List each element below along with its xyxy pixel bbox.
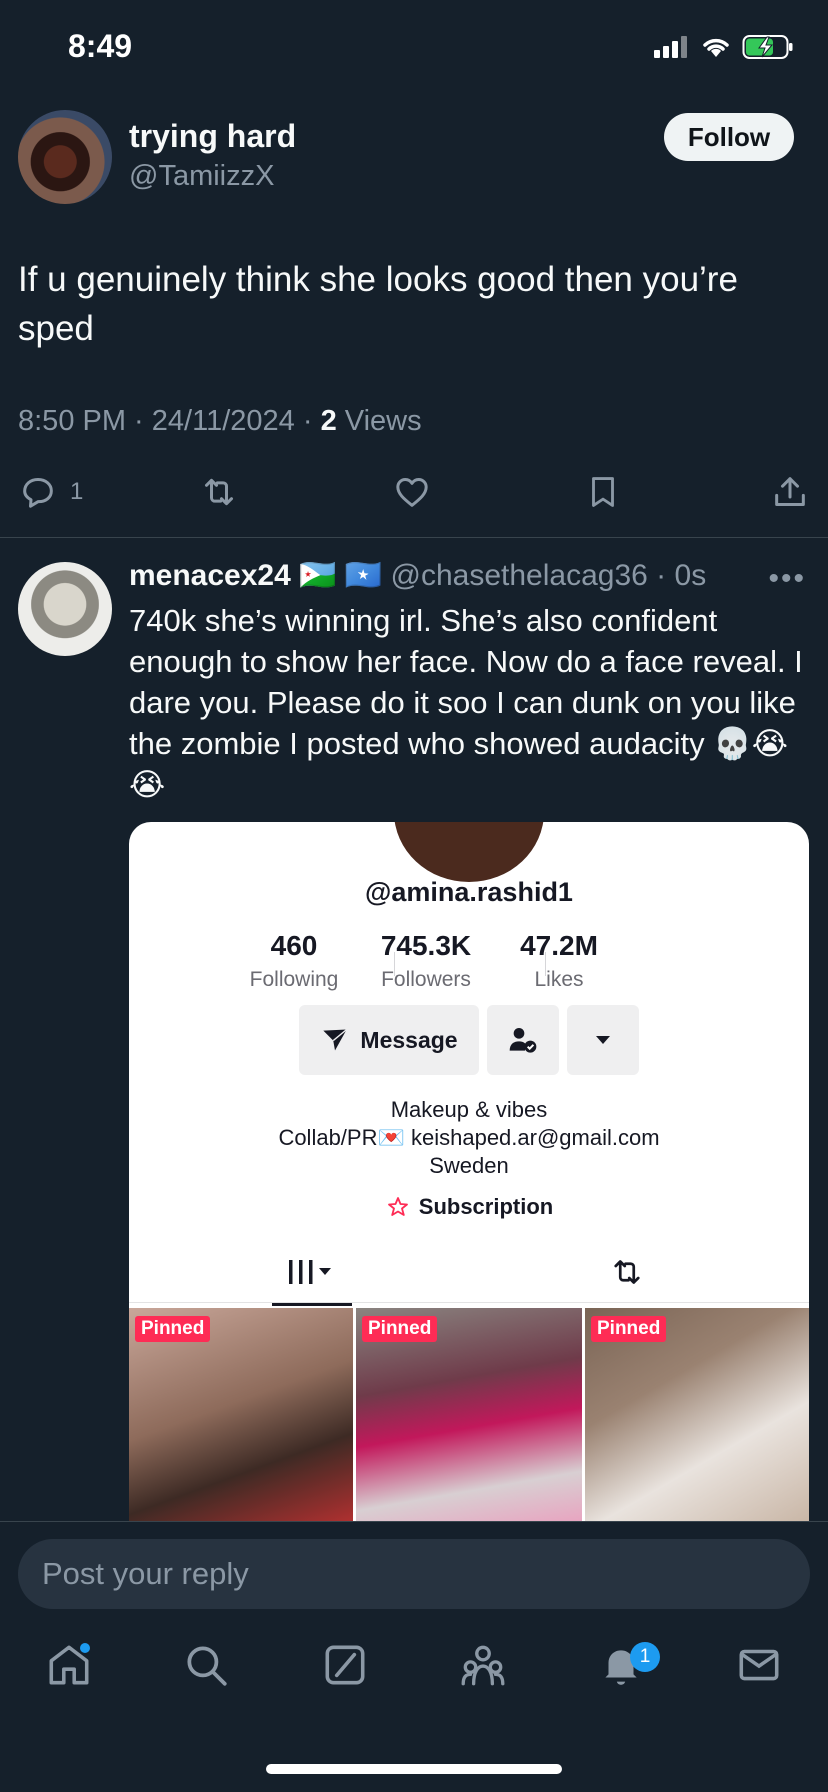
author-avatar[interactable] (18, 110, 112, 204)
reply-header: menacex24 🇩🇯 🇸🇴 @chasethelacag36 · 0s (129, 559, 707, 592)
grok-tab[interactable] (320, 1640, 370, 1690)
more-dropdown-button (567, 1005, 639, 1075)
reply-author-name[interactable]: menacex24 (129, 559, 291, 592)
profile-avatar (394, 822, 544, 882)
more-options-icon[interactable]: ••• (768, 562, 806, 596)
stat-value: 47.2M (520, 930, 598, 961)
messages-tab[interactable] (734, 1640, 784, 1690)
pinned-badge: Pinned (135, 1316, 211, 1342)
divider (0, 537, 828, 538)
reply-input[interactable]: Post your reply (18, 1539, 810, 1609)
share-icon (775, 477, 805, 506)
battery-charging-icon (742, 35, 793, 59)
bookmark-icon (592, 477, 614, 507)
reply-avatar[interactable] (18, 562, 112, 656)
stat-value: 745.3K (380, 930, 472, 961)
subscription-row: Subscription (129, 1194, 809, 1220)
communities-icon (461, 1645, 505, 1686)
status-icons (654, 34, 794, 60)
subscription-star-icon (387, 1197, 408, 1216)
stat-label: Following (249, 968, 339, 991)
author-name[interactable]: trying hard (129, 118, 296, 155)
following-button (487, 1005, 559, 1075)
search-icon (187, 1646, 227, 1686)
search-tab[interactable] (181, 1640, 231, 1690)
caret-down-icon (596, 1036, 610, 1044)
author-handle[interactable]: @TamiizzX (129, 160, 274, 193)
repost-icon (205, 478, 233, 506)
stat-likes: 47.2M Likes (484, 930, 634, 992)
home-indicator[interactable] (266, 1764, 562, 1774)
profile-username: @amina.rashid1 (365, 877, 573, 907)
home-unread-dot (80, 1643, 90, 1653)
grok-icon (325, 1645, 365, 1685)
views-count: 2 (320, 405, 337, 437)
reply-text: 740k she’s winning irl. She’s also confi… (129, 603, 803, 802)
notification-badge: 1 (630, 1642, 660, 1672)
reply-icon (23, 478, 53, 508)
tweet-meta: 8:50 PM · 24/11/2024 · 2 Views (18, 405, 422, 437)
embedded-image[interactable]: @amina.rashid1 460 Following 745.3K Foll… (129, 822, 809, 1522)
signal-icon (654, 36, 687, 58)
reply-author-handle[interactable]: @chasethelacag36 (391, 559, 648, 592)
stat-followers: 745.3K Followers (351, 930, 501, 992)
video-thumbnail: Pinned (129, 1308, 353, 1522)
reply-count: 1 (70, 478, 84, 505)
video-thumbnail: Pinned (585, 1308, 809, 1522)
share-action[interactable] (770, 472, 810, 512)
profile-bio: Makeup & vibes Collab/PR💌 keishaped.ar@g… (129, 1096, 809, 1180)
video-thumbnail: Pinned (356, 1308, 582, 1522)
repost-action[interactable] (198, 472, 240, 512)
send-icon (323, 1028, 348, 1051)
repost-tab-icon (614, 1260, 640, 1284)
composer-divider (0, 1521, 828, 1522)
stat-following: 460 Following (219, 930, 369, 992)
tweet-actions: 1 (18, 472, 810, 518)
reply-flags: 🇩🇯 🇸🇴 (299, 559, 383, 592)
user-check-icon (509, 1028, 537, 1053)
pinned-badge: Pinned (362, 1316, 438, 1342)
communities-tab[interactable] (458, 1640, 508, 1690)
like-action[interactable] (392, 472, 432, 512)
stat-label: Followers (381, 968, 471, 991)
stat-value: 460 (270, 930, 318, 961)
bio-line: Collab/PR💌 keishaped.ar@gmail.com (278, 1125, 660, 1150)
bio-line: Makeup & vibes (390, 1097, 548, 1122)
wifi-icon (703, 38, 729, 57)
tweet-date: 24/11/2024 (151, 405, 295, 437)
bookmark-action[interactable] (584, 472, 622, 512)
profile-tabs (129, 1242, 809, 1303)
subscription-label: Subscription (418, 1194, 554, 1219)
message-label: Message (360, 1026, 458, 1053)
message-button: Message (299, 1005, 479, 1075)
active-tab-indicator (272, 1303, 352, 1306)
heart-icon (396, 478, 428, 507)
reply-time: 0s (674, 559, 707, 592)
reply-action[interactable]: 1 (18, 472, 83, 512)
bio-line: Sweden (429, 1153, 509, 1178)
pinned-badge: Pinned (591, 1316, 667, 1342)
follow-button[interactable]: Follow (664, 113, 794, 161)
tweet-time: 8:50 PM (18, 405, 126, 437)
views-label[interactable]: Views (345, 405, 422, 437)
tweet-text: If u genuinely think she looks good then… (18, 260, 738, 348)
mail-icon (739, 1649, 779, 1681)
status-time: 8:49 (68, 28, 133, 64)
grid-videos-icon (289, 1260, 331, 1284)
bottom-tab-bar (0, 1640, 828, 1710)
stat-label: Likes (534, 968, 584, 991)
